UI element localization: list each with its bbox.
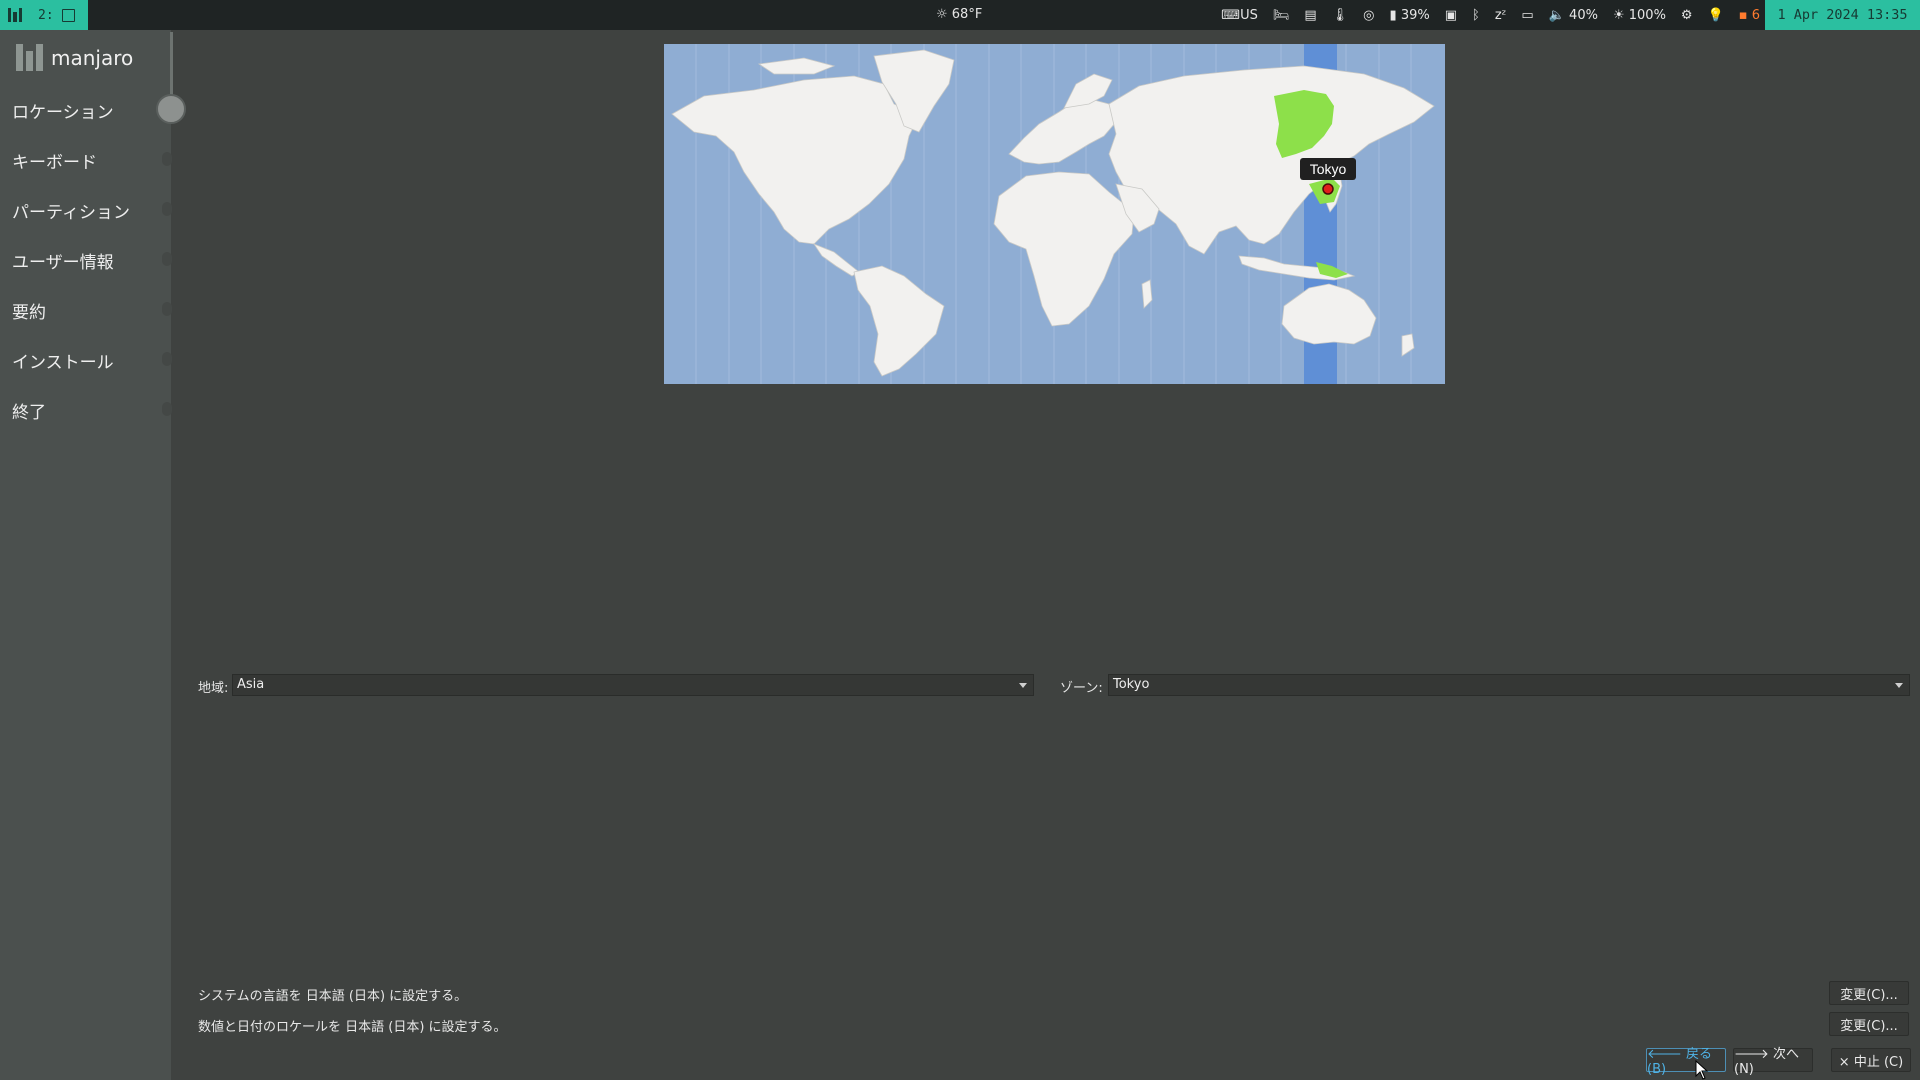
updates-widget[interactable]: ▪ 6 xyxy=(1739,8,1760,23)
city-tooltip: Tokyo xyxy=(1310,161,1347,177)
settings-icon[interactable]: ⚙ xyxy=(1681,8,1693,23)
system-tray: ⌨US 🛏 ▤ 🌡 ◎ ▮ 39% ▣ ᛒ zᶻ ▭ 🔈 40% ☀ 100% … xyxy=(1221,0,1760,30)
brand: manjaro xyxy=(16,44,133,71)
step-marker xyxy=(162,402,172,416)
zone-select[interactable]: Tokyo xyxy=(1108,674,1910,696)
step-finish: 終了 xyxy=(12,403,46,423)
step-location: ロケーション xyxy=(12,103,114,123)
installer-sidebar: manjaro ロケーション キーボード パーティション ユーザー情報 要約 イ… xyxy=(0,30,186,1080)
temperature-icon[interactable]: 🌡 xyxy=(1332,8,1349,23)
workspace-indicator[interactable]: 2: xyxy=(0,0,88,30)
step-marker xyxy=(162,352,172,366)
next-button[interactable]: 🡒 次へ (N) xyxy=(1733,1047,1813,1077)
language-info: システムの言語を 日本語 (日本) に設定する。 xyxy=(198,989,468,1004)
battery-widget[interactable]: ▮ 39% xyxy=(1390,8,1430,23)
location-marker-icon[interactable] xyxy=(1322,183,1334,195)
volume-widget[interactable]: 🔈 40% xyxy=(1549,8,1598,23)
progress-indicator xyxy=(156,94,186,124)
timezone-map[interactable]: Tokyo xyxy=(664,44,1445,384)
step-users: ユーザー情報 xyxy=(12,253,114,273)
step-marker xyxy=(162,152,172,166)
progress-track xyxy=(170,32,173,102)
brand-name: manjaro xyxy=(51,45,134,70)
clock[interactable]: 1 Apr 2024 13:35 xyxy=(1765,0,1920,30)
manjaro-logo-icon xyxy=(8,8,22,22)
locale-info: 数値と日付のロケールを 日本語 (日本) に設定する。 xyxy=(198,1020,507,1035)
screen-icon[interactable]: ▣ xyxy=(1445,8,1457,23)
step-marker xyxy=(162,202,172,216)
step-install: インストール xyxy=(12,353,114,373)
step-partition: パーティション xyxy=(12,203,130,223)
cancel-button[interactable]: × 中止 (C) xyxy=(1831,1048,1911,1072)
region-label: 地域: xyxy=(198,681,229,696)
zone-value: Tokyo xyxy=(1113,677,1150,692)
bed-icon[interactable]: 🛏 xyxy=(1273,8,1290,23)
window-icon xyxy=(61,8,75,22)
manjaro-logo-icon xyxy=(16,44,43,71)
back-button[interactable]: 🡐 戻る (B) xyxy=(1646,1047,1726,1077)
keyboard-layout[interactable]: ⌨US xyxy=(1221,8,1258,23)
change-locale-button[interactable]: 変更(C)... xyxy=(1829,1012,1909,1036)
network-icon[interactable]: ◎ xyxy=(1363,8,1374,23)
bulb-icon[interactable]: 💡 xyxy=(1708,8,1724,23)
zone-label: ゾーン: xyxy=(1060,681,1103,696)
bluetooth-icon[interactable]: ᛒ xyxy=(1472,8,1480,23)
memory-icon[interactable]: ▤ xyxy=(1304,8,1316,23)
weather-widget[interactable]: ☼ 68°F xyxy=(936,7,982,22)
mouse-pointer-icon xyxy=(1695,1060,1709,1080)
step-keyboard: キーボード xyxy=(12,153,97,173)
brightness-widget[interactable]: ☀ 100% xyxy=(1613,8,1666,23)
workspace-number[interactable]: 2: xyxy=(38,8,54,23)
step-marker xyxy=(162,302,172,316)
top-panel: 2: ☼ 68°F ⌨US 🛏 ▤ 🌡 ◎ ▮ 39% ▣ ᛒ zᶻ ▭ 🔈 4… xyxy=(0,0,1920,30)
region-select[interactable]: Asia xyxy=(232,674,1034,696)
step-summary: 要約 xyxy=(12,303,46,323)
change-language-button[interactable]: 変更(C)... xyxy=(1829,981,1909,1005)
region-value: Asia xyxy=(237,677,265,692)
sleep-icon[interactable]: zᶻ xyxy=(1495,8,1507,23)
chevron-down-icon xyxy=(1895,683,1903,688)
step-marker xyxy=(162,252,172,266)
notification-icon[interactable]: ▭ xyxy=(1521,8,1533,23)
chevron-down-icon xyxy=(1019,683,1027,688)
